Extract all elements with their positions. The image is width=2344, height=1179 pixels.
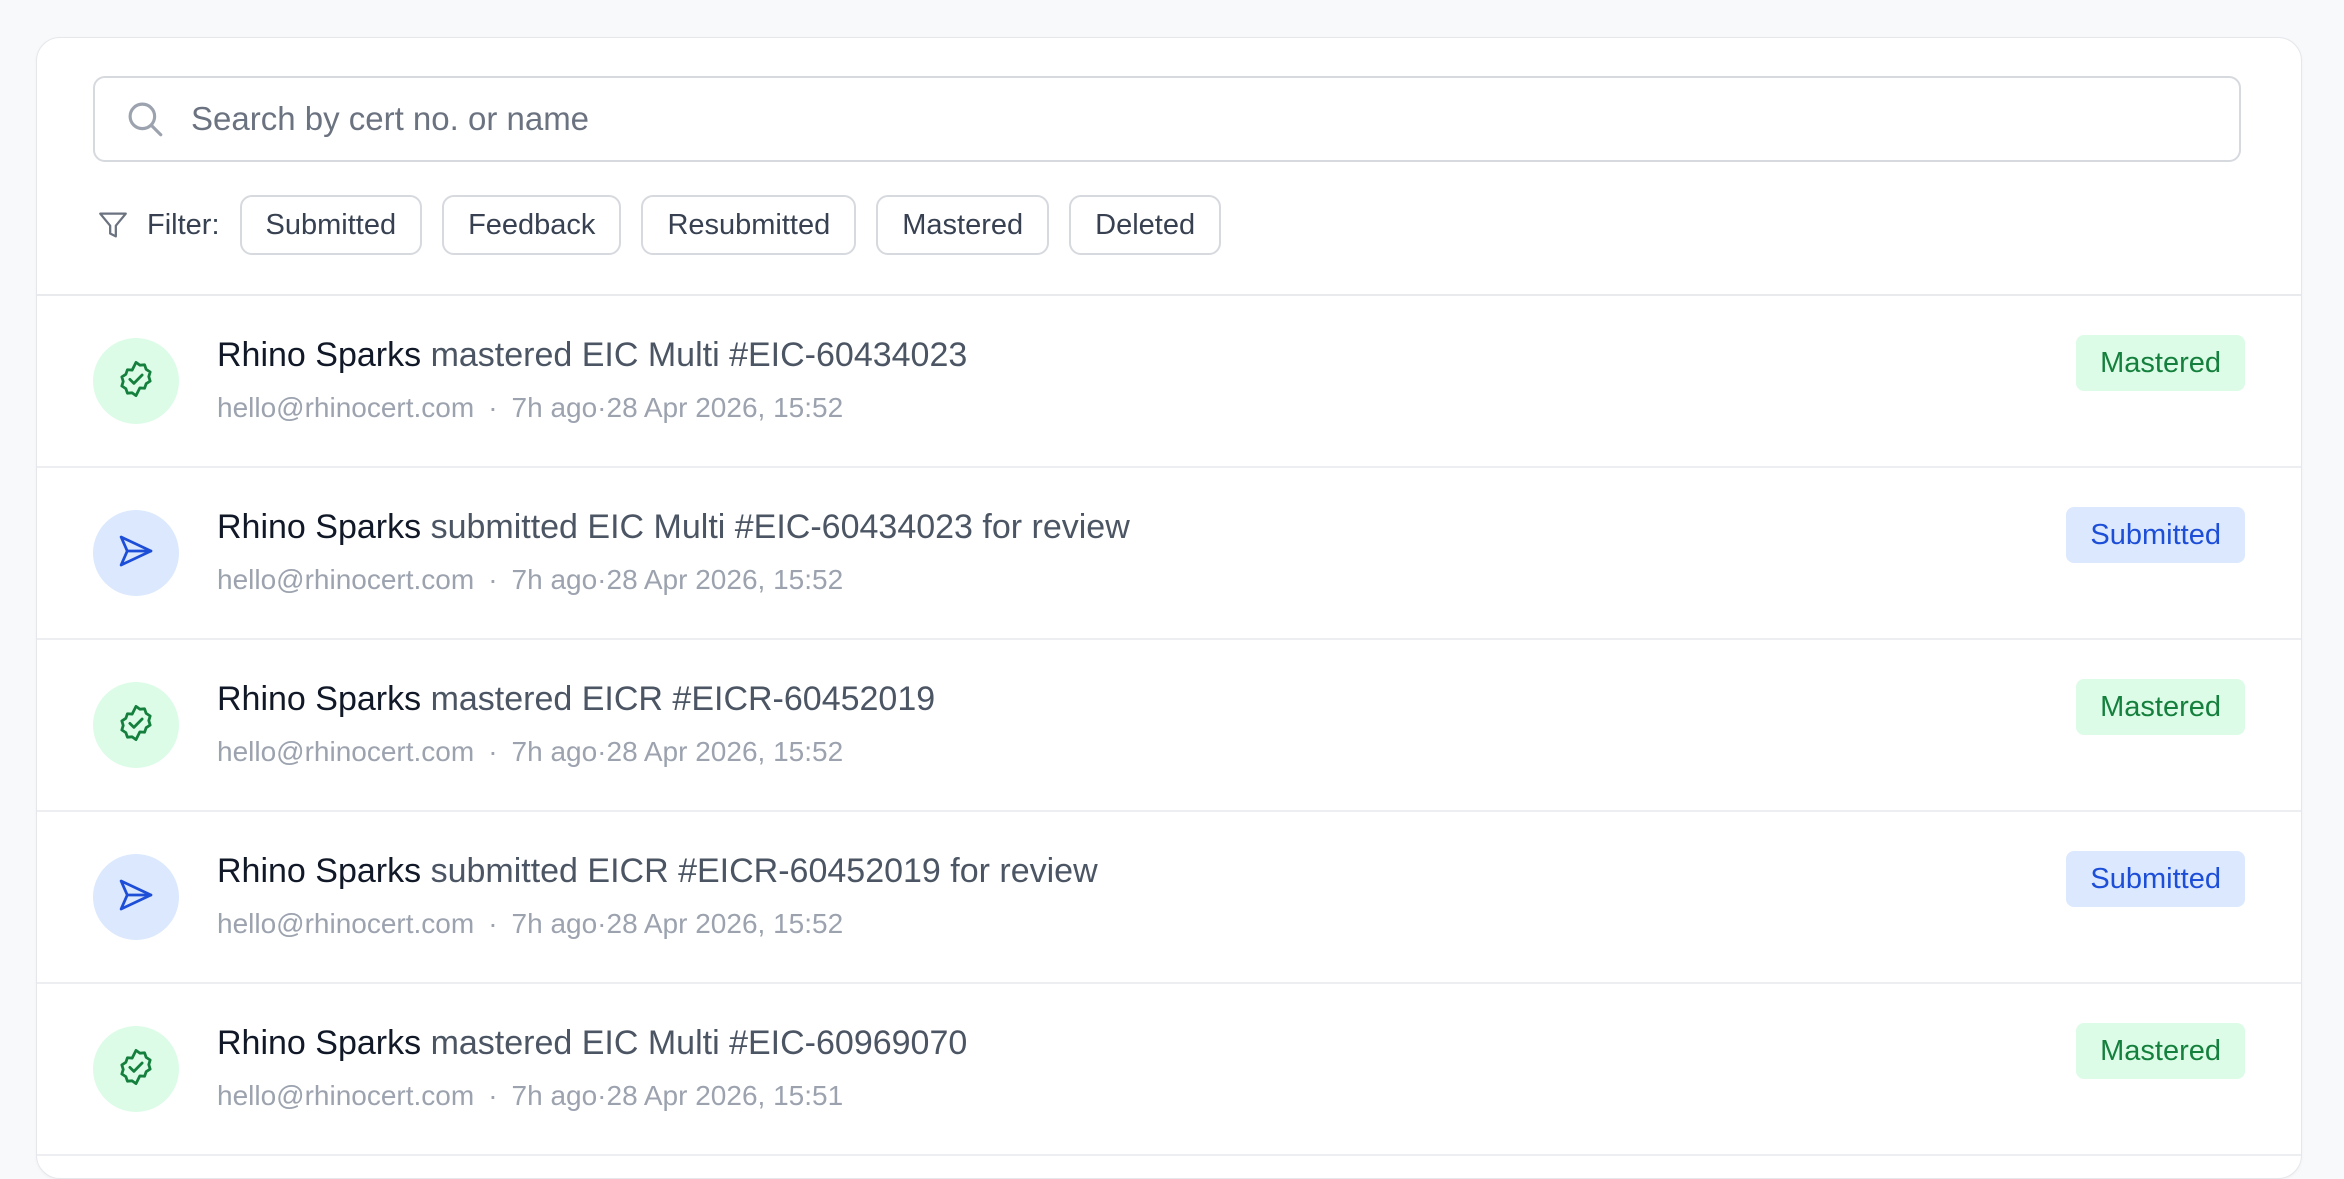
filter-icon [93,205,133,245]
mastered-avatar [93,1026,179,1112]
mastered-avatar [93,338,179,424]
activity-meta: hello@rhinocert.com · 7h ago·28 Apr 2026, … [217,736,843,768]
actor-email: hello@rhinocert.com [217,908,475,939]
filter-chip-submitted[interactable]: Submitted [239,195,423,255]
activity-title: Rhino Sparks submitted EICR #EICR-604520… [217,852,1098,891]
filter-bar: Filter: Submitted Feedback Resubmitted M… [93,194,1241,256]
separator-dot: · [597,1080,607,1111]
badge-check-icon [115,358,157,405]
send-icon [115,874,157,921]
actor-email: hello@rhinocert.com [217,736,475,767]
relative-time: 7h ago [511,1080,598,1111]
actor-name: Rhino Sparks [217,680,422,718]
separator-dot: · [488,1080,498,1111]
activity-row[interactable]: Rhino Sparks mastered EIC Multi #EIC-604… [37,296,2301,468]
relative-time: 7h ago [511,908,598,939]
activity-action: submitted EIC Multi #EIC-60434023 for re… [430,508,1130,546]
status-badge: Mastered [2076,335,2245,391]
activity-list: Rhino Sparks mastered EIC Multi #EIC-604… [37,296,2301,1156]
separator-dot: · [597,564,607,595]
search-input[interactable] [191,89,2239,149]
actor-email: hello@rhinocert.com [217,1080,475,1111]
activity-row[interactable]: Rhino Sparks submitted EIC Multi #EIC-60… [37,468,2301,640]
search-icon [123,97,167,141]
timestamp: 28 Apr 2026, 15:52 [606,908,844,939]
activity-action: submitted EICR #EICR-60452019 for review [430,852,1098,890]
activity-card: Filter: Submitted Feedback Resubmitted M… [36,37,2302,1179]
status-badge: Mastered [2076,1023,2245,1079]
actor-name: Rhino Sparks [217,336,422,374]
relative-time: 7h ago [511,392,598,423]
relative-time: 7h ago [511,564,598,595]
actor-name: Rhino Sparks [217,508,422,546]
relative-time: 7h ago [511,736,598,767]
timestamp: 28 Apr 2026, 15:52 [606,392,844,423]
activity-action: mastered EIC Multi #EIC-60969070 [430,1024,968,1062]
activity-meta: hello@rhinocert.com · 7h ago·28 Apr 2026, … [217,392,843,424]
filter-chip-resubmitted[interactable]: Resubmitted [641,195,857,255]
toolbar: Filter: Submitted Feedback Resubmitted M… [37,38,2301,296]
activity-row[interactable]: Rhino Sparks mastered EIC Multi #EIC-609… [37,984,2301,1156]
timestamp: 28 Apr 2026, 15:51 [606,1080,844,1111]
mastered-avatar [93,682,179,768]
activity-title: Rhino Sparks mastered EIC Multi #EIC-609… [217,1024,967,1063]
activity-row[interactable]: Rhino Sparks mastered EICR #EICR-6045201… [37,640,2301,812]
actor-email: hello@rhinocert.com [217,392,475,423]
filter-chip-feedback[interactable]: Feedback [442,195,622,255]
activity-title: Rhino Sparks submitted EIC Multi #EIC-60… [217,508,1130,547]
actor-email: hello@rhinocert.com [217,564,475,595]
separator-dot: · [597,908,607,939]
activity-action: mastered EICR #EICR-60452019 [430,680,936,718]
activity-title: Rhino Sparks mastered EICR #EICR-6045201… [217,680,935,719]
activity-meta: hello@rhinocert.com · 7h ago·28 Apr 2026, … [217,908,843,940]
separator-dot: · [488,736,498,767]
send-icon [115,530,157,577]
badge-check-icon [115,1046,157,1093]
separator-dot: · [488,908,498,939]
timestamp: 28 Apr 2026, 15:52 [606,564,844,595]
badge-check-icon [115,702,157,749]
activity-meta: hello@rhinocert.com · 7h ago·28 Apr 2026, … [217,1080,843,1112]
filter-chip-deleted[interactable]: Deleted [1069,195,1222,255]
activity-row[interactable]: Rhino Sparks submitted EICR #EICR-604520… [37,812,2301,984]
separator-dot: · [488,564,498,595]
submitted-avatar [93,854,179,940]
separator-dot: · [488,392,498,423]
actor-name: Rhino Sparks [217,1024,422,1062]
separator-dot: · [597,392,607,423]
activity-action: mastered EIC Multi #EIC-60434023 [430,336,968,374]
status-badge: Mastered [2076,679,2245,735]
submitted-avatar [93,510,179,596]
activity-title: Rhino Sparks mastered EIC Multi #EIC-604… [217,336,967,375]
status-badge: Submitted [2066,507,2245,563]
search-box[interactable] [93,76,2241,162]
timestamp: 28 Apr 2026, 15:52 [606,736,844,767]
status-badge: Submitted [2066,851,2245,907]
activity-meta: hello@rhinocert.com · 7h ago·28 Apr 2026, … [217,564,843,596]
filter-chip-mastered[interactable]: Mastered [876,195,1050,255]
separator-dot: · [597,736,607,767]
filter-label: Filter: [147,208,220,241]
actor-name: Rhino Sparks [217,852,422,890]
